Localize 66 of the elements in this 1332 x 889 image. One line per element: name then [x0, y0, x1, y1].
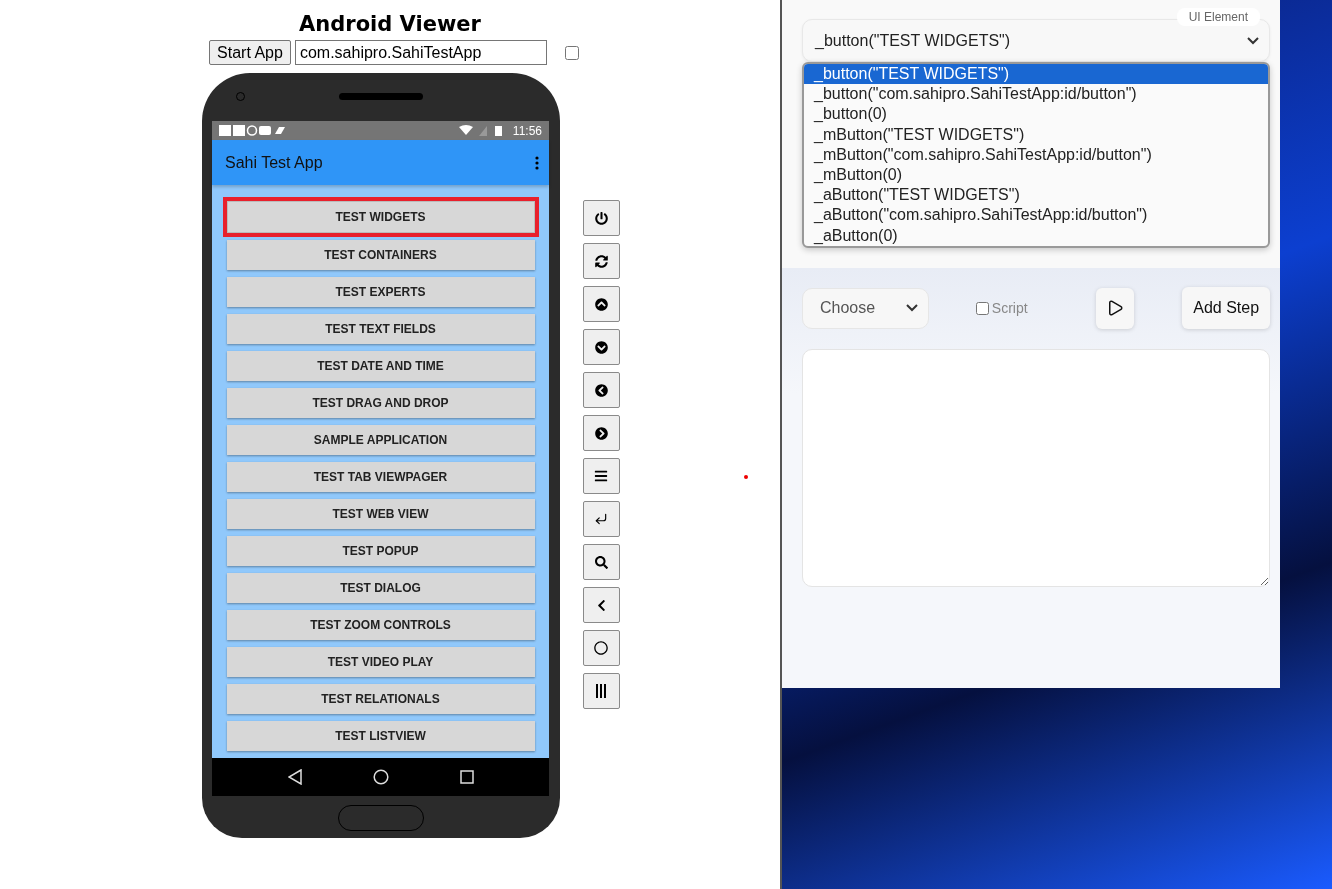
refresh-icon [594, 254, 608, 268]
viewer-title: Android Viewer [299, 12, 481, 36]
app-button[interactable]: TEST TAB VIEWPAGER [226, 462, 535, 492]
script-checkbox[interactable] [975, 301, 989, 315]
app-button[interactable]: TEST ZOOM CONTROLS [226, 610, 535, 640]
app-button[interactable]: TEST LISTVIEW [226, 721, 535, 751]
recents-icon[interactable] [459, 770, 474, 784]
play-button[interactable] [1095, 287, 1135, 329]
control-button[interactable] [582, 372, 620, 408]
return-icon [594, 512, 608, 526]
app-button[interactable]: TEST POPUP [226, 536, 535, 566]
speaker-icon [338, 93, 423, 100]
bars-icon [596, 684, 606, 698]
dropdown-option[interactable]: _aButton("TEST WIDGETS") [804, 185, 1268, 206]
control-button[interactable] [582, 329, 620, 365]
app-button[interactable]: TEST WIDGETS [222, 197, 539, 237]
field-label: UI Element [1176, 8, 1260, 26]
control-button[interactable] [582, 458, 620, 494]
app-button[interactable]: TEST WEB VIEW [226, 499, 535, 529]
control-button[interactable] [582, 673, 620, 709]
back-icon[interactable] [287, 769, 302, 785]
control-button[interactable] [582, 286, 620, 322]
app-button[interactable]: TEST DATE AND TIME [226, 351, 535, 381]
home-icon[interactable] [372, 769, 389, 785]
dropdown-option[interactable]: _aButton(0) [804, 225, 1268, 246]
more-icon[interactable] [535, 155, 539, 170]
dropdown-option[interactable]: _aButton("com.sahipro.SahiTestApp:id/button") [804, 205, 1268, 226]
search-icon [594, 555, 608, 569]
marker-dot [744, 475, 748, 479]
control-button[interactable] [582, 630, 620, 666]
chevron-left-icon [594, 383, 608, 397]
app-button[interactable]: TEST RELATIONALS [226, 684, 535, 714]
dropdown-option[interactable]: _mButton("TEST WIDGETS") [804, 124, 1268, 145]
checkbox[interactable] [564, 45, 579, 60]
dropdown-option[interactable]: _button("com.sahipro.SahiTestApp:id/button") [804, 84, 1268, 105]
control-button[interactable] [582, 243, 620, 279]
app-title: Sahi Test App [225, 153, 323, 172]
app-button[interactable]: TEST EXPERTS [226, 277, 535, 307]
chevron-down-icon [1247, 36, 1259, 45]
app-button[interactable]: TEST DIALOG [226, 573, 535, 603]
dropdown-option[interactable]: _button("TEST WIDGETS") [804, 64, 1268, 85]
control-button[interactable] [582, 544, 620, 580]
add-step-button[interactable]: Add Step [1182, 287, 1270, 329]
package-field[interactable]: com.sahipro.SahiTestApp [294, 40, 547, 65]
control-button[interactable] [582, 200, 620, 236]
app-button[interactable]: SAMPLE APPLICATION [226, 425, 535, 455]
chevron-right-icon [594, 426, 608, 440]
chevron-down-icon [594, 340, 608, 354]
menu-icon [594, 469, 608, 483]
chevron-up-icon [594, 297, 608, 311]
dropdown-option[interactable]: _button(0) [804, 104, 1268, 125]
chevron-down-icon [905, 304, 918, 312]
dropdown-option[interactable]: _mButton("com.sahipro.SahiTestApp:id/button") [804, 144, 1268, 165]
app-button[interactable]: TEST TEXT FIELDS [226, 314, 535, 344]
power-icon [594, 211, 608, 225]
status-time: 11:56 [512, 123, 542, 138]
control-button[interactable] [582, 415, 620, 451]
control-button[interactable] [582, 587, 620, 623]
app-button[interactable]: TEST CONTAINERS [226, 240, 535, 270]
dropdown-option[interactable]: _mButton(0) [804, 164, 1268, 186]
app-button[interactable]: TEST DRAG AND DROP [226, 388, 535, 418]
script-label: Script [991, 300, 1028, 316]
start-app-button[interactable]: Start App [209, 40, 291, 65]
play-icon [1106, 299, 1124, 317]
app-button[interactable]: TEST VIDEO PLAY [226, 647, 535, 677]
action-select[interactable]: Choose [802, 287, 929, 329]
